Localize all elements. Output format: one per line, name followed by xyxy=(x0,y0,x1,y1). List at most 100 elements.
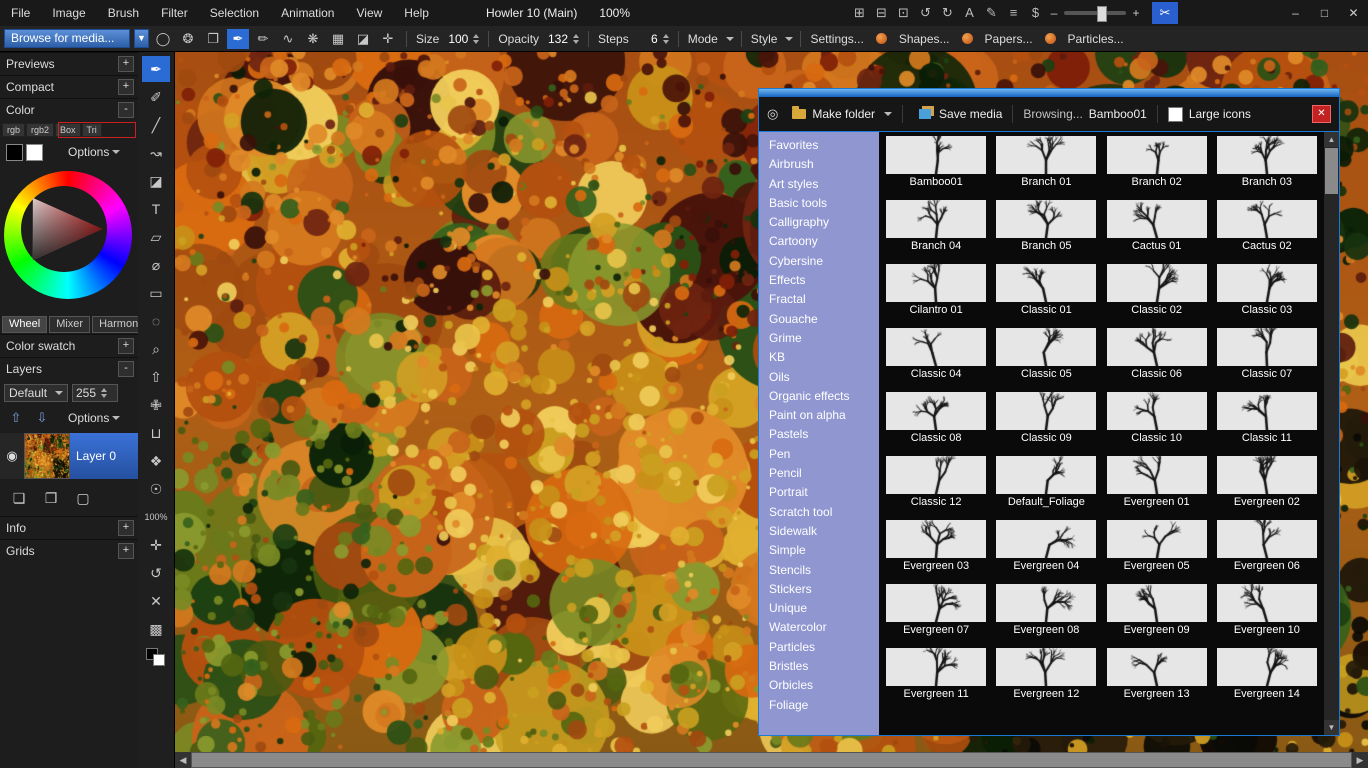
layer-action-button[interactable]: ❐ xyxy=(40,488,62,508)
media-item[interactable]: Evergreen 08 xyxy=(991,584,1101,648)
color-mode-tab[interactable]: Box xyxy=(55,123,81,137)
media-close-button[interactable]: ✕ xyxy=(1312,105,1331,123)
media-item[interactable]: Cactus 01 xyxy=(1102,200,1212,264)
zoom-out-button[interactable]: – xyxy=(1047,6,1061,20)
tool-button[interactable]: ☉ xyxy=(142,476,170,502)
category-item[interactable]: Organic effects xyxy=(759,387,879,406)
category-item[interactable]: Watercolor xyxy=(759,618,879,637)
layer-up-button[interactable]: ⇧ xyxy=(6,409,26,427)
category-item[interactable]: Bristles xyxy=(759,657,879,676)
category-item[interactable]: KB xyxy=(759,348,879,367)
layer-action-button[interactable]: ❏ xyxy=(8,488,30,508)
close-button[interactable]: ✕ xyxy=(1339,0,1368,26)
grids-section-header[interactable]: Grids + xyxy=(0,539,138,562)
tool-button[interactable]: ✙ xyxy=(142,392,170,418)
menu-item[interactable]: Brush xyxy=(97,0,150,26)
media-item[interactable]: Classic 05 xyxy=(991,328,1101,392)
media-item[interactable]: Bamboo01 xyxy=(881,136,991,200)
tool-button[interactable]: ▩ xyxy=(142,616,170,642)
media-item[interactable]: Evergreen 13 xyxy=(1102,648,1212,712)
toolbar-icon[interactable]: ❂ xyxy=(177,29,199,49)
info-section-header[interactable]: Info + xyxy=(0,516,138,539)
pin-icon[interactable]: ◎ xyxy=(767,106,778,122)
style-dropdown-label[interactable]: Style xyxy=(751,32,778,46)
layer-options-dropdown[interactable]: Options xyxy=(68,411,120,425)
wheel-tab[interactable]: Wheel xyxy=(2,316,47,333)
category-item[interactable]: Grime xyxy=(759,329,879,348)
media-item[interactable]: Cilantro 01 xyxy=(881,264,991,328)
category-item[interactable]: Stickers xyxy=(759,580,879,599)
blend-mode-dropdown[interactable]: Default xyxy=(4,384,68,402)
menubar-icon[interactable]: ≡ xyxy=(1003,3,1024,23)
color-collapse-button[interactable]: - xyxy=(118,102,134,118)
media-item[interactable]: Branch 02 xyxy=(1102,136,1212,200)
menu-item[interactable]: Animation xyxy=(270,0,345,26)
media-item[interactable]: Evergreen 12 xyxy=(991,648,1101,712)
opacity-spinner[interactable] xyxy=(573,34,579,44)
settings-button[interactable]: Settings... xyxy=(810,32,863,46)
save-media-button[interactable]: Save media xyxy=(939,107,1002,121)
compact-expand-button[interactable]: + xyxy=(118,79,134,95)
category-item[interactable]: Favorites xyxy=(759,136,879,155)
media-item[interactable]: Evergreen 03 xyxy=(881,520,991,584)
horizontal-scrollbar[interactable]: ◀ ▶ xyxy=(175,752,1368,768)
layer-down-button[interactable]: ⇩ xyxy=(32,409,52,427)
particles-button[interactable]: Particles... xyxy=(1068,32,1124,46)
media-item[interactable]: Classic 09 xyxy=(991,392,1101,456)
menu-item[interactable]: Image xyxy=(41,0,96,26)
category-item[interactable]: Basic tools xyxy=(759,194,879,213)
category-item[interactable]: Art styles xyxy=(759,175,879,194)
layers-collapse-button[interactable]: - xyxy=(118,361,134,377)
media-item[interactable]: Branch 04 xyxy=(881,200,991,264)
browse-media-button[interactable]: Browse for media... xyxy=(4,29,130,48)
menubar-icon[interactable]: ↻ xyxy=(937,3,958,23)
media-scroll-thumb[interactable] xyxy=(1325,148,1338,194)
tool-button[interactable]: ⌀ xyxy=(142,252,170,278)
category-item[interactable]: Cybersine xyxy=(759,252,879,271)
scroll-left-button[interactable]: ◀ xyxy=(175,752,191,768)
minimize-button[interactable]: – xyxy=(1281,0,1310,26)
media-browser-titlebar[interactable] xyxy=(759,89,1339,97)
menubar-icon[interactable]: A xyxy=(959,3,980,23)
media-item[interactable]: Evergreen 01 xyxy=(1102,456,1212,520)
category-item[interactable]: Fractal xyxy=(759,290,879,309)
media-item[interactable]: Evergreen 02 xyxy=(1212,456,1322,520)
steps-value[interactable]: 6 xyxy=(634,32,658,46)
media-item[interactable]: Evergreen 10 xyxy=(1212,584,1322,648)
toolbar-icon[interactable]: ▦ xyxy=(327,29,349,49)
size-spinner[interactable] xyxy=(473,34,479,44)
toolbar-icon[interactable]: ✏ xyxy=(252,29,274,49)
tool-button[interactable]: ↝ xyxy=(142,140,170,166)
menu-item[interactable]: Selection xyxy=(199,0,270,26)
category-item[interactable]: Unique xyxy=(759,599,879,618)
tool-button[interactable]: ✐ xyxy=(142,84,170,110)
tool-button[interactable]: ⊔ xyxy=(142,420,170,446)
papers-button[interactable]: Papers... xyxy=(985,32,1033,46)
tool-button[interactable]: ▭ xyxy=(142,280,170,306)
fg-bg-mini-swatch[interactable] xyxy=(146,648,166,666)
layers-section-header[interactable]: Layers - xyxy=(0,357,138,380)
tool-button[interactable]: ⇧ xyxy=(142,364,170,390)
layer-opacity-field[interactable]: 255 xyxy=(72,384,118,402)
menu-item[interactable]: File xyxy=(0,0,41,26)
previews-section-header[interactable]: Previews + xyxy=(0,52,138,75)
size-value[interactable]: 100 xyxy=(444,32,468,46)
shapes-button[interactable]: Shapes... xyxy=(899,32,950,46)
layer-action-button[interactable]: ▢ xyxy=(72,488,94,508)
cutter-tool-icon[interactable]: ✂ xyxy=(1152,2,1178,24)
zoom-slider[interactable] xyxy=(1064,11,1126,15)
menu-item[interactable]: View xyxy=(345,0,393,26)
color-mode-tab[interactable]: rgb xyxy=(2,123,25,137)
toolbar-icon[interactable]: ∿ xyxy=(277,29,299,49)
tool-button[interactable]: ◪ xyxy=(142,168,170,194)
color-swatch-expand-button[interactable]: + xyxy=(118,338,134,354)
category-item[interactable]: Paint on alpha xyxy=(759,406,879,425)
tool-button[interactable]: ✕ xyxy=(142,588,170,614)
category-item[interactable]: Sidewalk xyxy=(759,522,879,541)
browse-media-caret[interactable]: ▼ xyxy=(134,29,149,48)
menu-item[interactable]: Filter xyxy=(150,0,199,26)
toolbar-icon[interactable]: ✒ xyxy=(227,29,249,49)
tool-button[interactable]: ✛ xyxy=(142,532,170,558)
media-item[interactable]: Classic 02 xyxy=(1102,264,1212,328)
tool-button[interactable]: T xyxy=(142,196,170,222)
